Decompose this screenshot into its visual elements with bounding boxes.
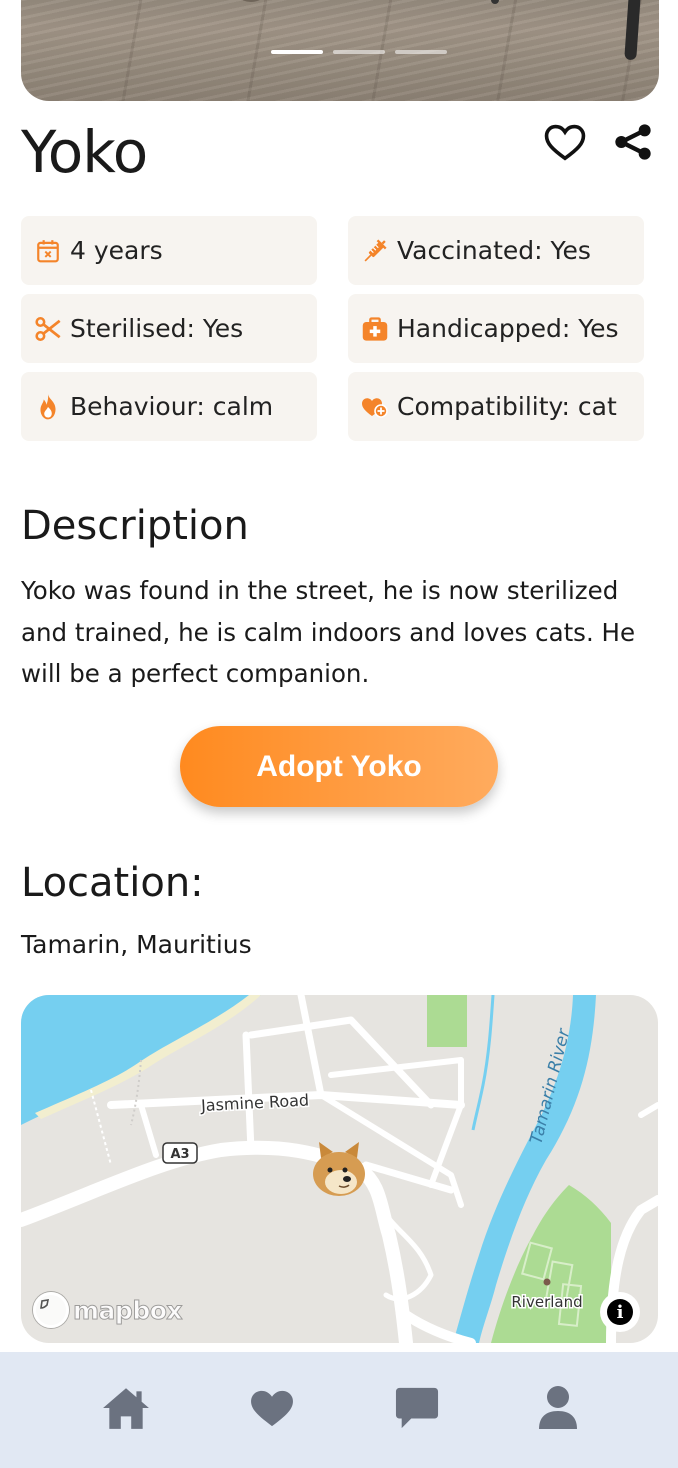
calendar-icon bbox=[34, 237, 62, 265]
chip-label: Vaccinated: Yes bbox=[397, 236, 591, 265]
carousel-dot[interactable] bbox=[395, 50, 447, 54]
carousel-dot[interactable] bbox=[333, 50, 385, 54]
nav-profile[interactable] bbox=[530, 1382, 586, 1434]
chip-vaccinated: Vaccinated: Yes bbox=[348, 216, 644, 285]
heart-icon bbox=[251, 1390, 293, 1427]
map-label-route: A3 bbox=[170, 1147, 189, 1162]
favorite-button[interactable] bbox=[542, 122, 588, 162]
location-heading: Location: bbox=[21, 860, 204, 906]
pet-name-title: Yoko bbox=[21, 118, 148, 186]
share-icon bbox=[615, 124, 651, 160]
location-text: Tamarin, Mauritius bbox=[21, 930, 252, 959]
heart-outline-icon bbox=[544, 124, 586, 161]
chip-label: Compatibility: cat bbox=[397, 392, 617, 421]
syringe-icon bbox=[361, 237, 389, 265]
chip-age: 4 years bbox=[21, 216, 317, 285]
mapbox-logo[interactable]: mapbox bbox=[33, 1292, 183, 1328]
bottom-navigation bbox=[0, 1352, 678, 1468]
adopt-button[interactable]: Adopt Yoko bbox=[180, 726, 498, 807]
chip-handicapped: Handicapped: Yes bbox=[348, 294, 644, 363]
carousel-dot[interactable] bbox=[271, 50, 323, 54]
chip-label: Handicapped: Yes bbox=[397, 314, 619, 343]
chip-behaviour: Behaviour: calm bbox=[21, 372, 317, 441]
share-button[interactable] bbox=[610, 122, 656, 162]
chip-label: Sterilised: Yes bbox=[70, 314, 244, 343]
carousel-indicators bbox=[271, 50, 447, 54]
description-text: Yoko was found in the street, he is now … bbox=[21, 576, 636, 688]
flame-icon bbox=[34, 393, 62, 421]
home-icon bbox=[103, 1388, 149, 1429]
medical-kit-icon bbox=[361, 315, 389, 343]
chip-label: Behaviour: calm bbox=[70, 392, 274, 421]
heart-plus-icon bbox=[361, 393, 389, 421]
nav-favorites[interactable] bbox=[244, 1382, 300, 1434]
dog-marker-icon bbox=[313, 1142, 365, 1196]
description-heading: Description bbox=[21, 503, 249, 549]
map-label-area: Riverland bbox=[511, 1293, 582, 1311]
photo-detail bbox=[491, 0, 499, 4]
location-map[interactable]: Jasmine Road A3 Tamarin River Riverland … bbox=[21, 995, 658, 1343]
info-icon: i bbox=[607, 1299, 633, 1325]
mapbox-logo-icon bbox=[33, 1292, 69, 1328]
photo-detail bbox=[624, 0, 642, 61]
map-label-road: Jasmine Road bbox=[200, 1090, 310, 1115]
user-icon bbox=[539, 1386, 577, 1429]
scissors-icon bbox=[34, 315, 62, 343]
chip-label: 4 years bbox=[70, 236, 163, 265]
chat-icon bbox=[395, 1387, 439, 1429]
pet-location-marker[interactable] bbox=[307, 1138, 371, 1202]
nav-home[interactable] bbox=[98, 1382, 154, 1434]
nav-messages[interactable] bbox=[389, 1382, 445, 1434]
chip-sterilised: Sterilised: Yes bbox=[21, 294, 317, 363]
pet-photo-carousel[interactable] bbox=[21, 0, 659, 101]
mapbox-wordmark: mapbox bbox=[72, 1295, 183, 1325]
photo-detail bbox=[231, 0, 271, 2]
map-info-button[interactable]: i bbox=[600, 1292, 640, 1332]
chip-compatibility: Compatibility: cat bbox=[348, 372, 644, 441]
